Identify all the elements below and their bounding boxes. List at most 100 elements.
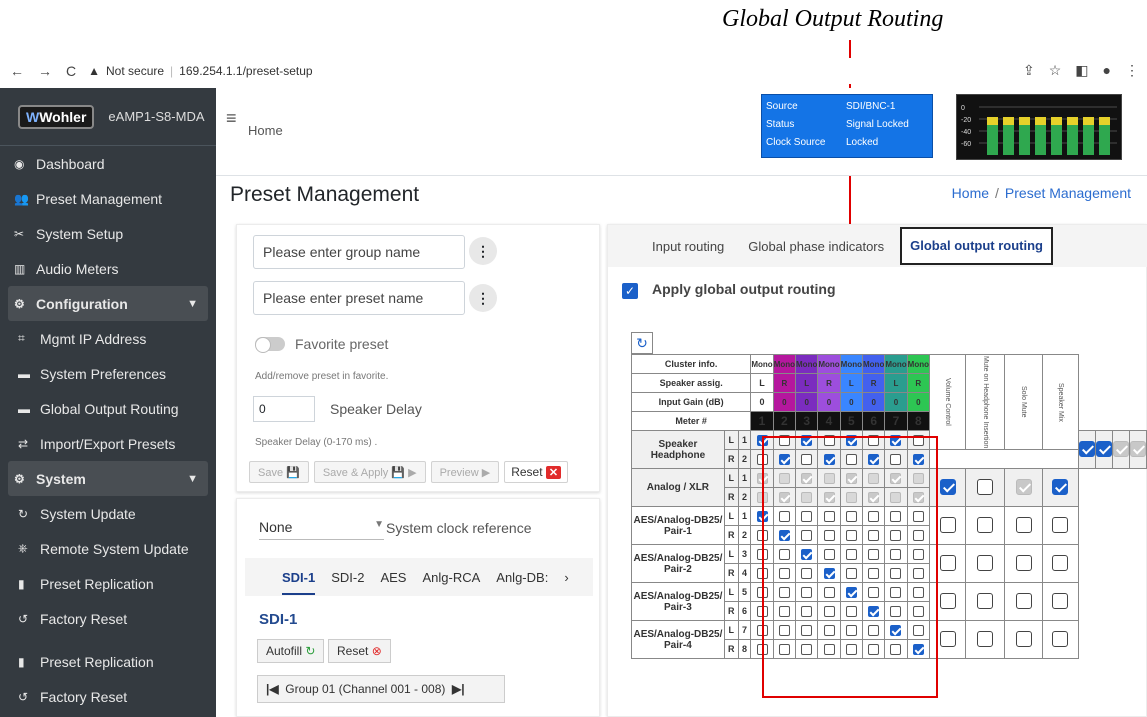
option-checkbox[interactable] <box>977 630 994 647</box>
star-icon[interactable]: ☆ <box>1049 62 1062 79</box>
tab-input-routing[interactable]: Input routing <box>644 239 732 254</box>
favorite-toggle[interactable] <box>255 337 285 353</box>
speaker-delay-input[interactable]: 0 <box>253 396 315 422</box>
input-gain-cell[interactable]: 0 <box>839 392 864 412</box>
option-checkbox[interactable] <box>977 592 994 609</box>
profile-icon[interactable]: ● <box>1103 62 1111 79</box>
meter-bar-peak <box>1067 117 1078 125</box>
back-icon[interactable]: ← <box>10 63 24 79</box>
option-checkbox[interactable] <box>1052 554 1069 571</box>
option-checkbox[interactable] <box>1130 440 1146 457</box>
sidebar-item-configuration[interactable]: ⚙ Configuration ▼ <box>8 286 208 321</box>
sidebar-item-system-setup[interactable]: ✂ System Setup <box>0 216 216 251</box>
sidebar-item-global-output-routing[interactable]: ▬ Global Output Routing <box>0 391 216 426</box>
input-gain-cell[interactable]: 0 <box>906 392 930 412</box>
input-gain-cell[interactable]: 0 <box>884 392 908 412</box>
highlight-box <box>762 436 938 698</box>
reset-routing-button[interactable]: Reset ⊗ <box>328 639 391 663</box>
option-checkbox[interactable] <box>1015 554 1032 571</box>
audio-meter-display[interactable]: 0 -20 -40 -60 <box>956 94 1122 160</box>
option-checkbox[interactable] <box>977 554 994 571</box>
option-checkbox[interactable] <box>1052 478 1069 495</box>
meter-bar-peak <box>1003 117 1014 125</box>
save-apply-button[interactable]: Save & Apply 💾 ▶ <box>313 461 426 483</box>
option-checkbox[interactable] <box>939 516 956 533</box>
home-link[interactable]: Home <box>248 123 283 138</box>
group-options-button[interactable]: ⋮ <box>469 237 497 265</box>
sidepanel-icon[interactable]: ◧ <box>1075 62 1088 79</box>
input-gain-cell[interactable]: 0 <box>817 392 841 412</box>
sidebar-item-system[interactable]: ⚙ System ▼ <box>8 461 208 496</box>
next-page-icon[interactable]: ▶| <box>452 682 465 696</box>
option-cell <box>1041 544 1080 583</box>
sidebar-item-remote-system-update[interactable]: ⎈ Remote System Update <box>0 531 216 566</box>
menu-icon[interactable]: ⋮ <box>1125 62 1139 79</box>
sidebar-item-factory-reset[interactable]: ↺ Factory Reset <box>0 601 216 636</box>
option-checkbox[interactable] <box>939 630 956 647</box>
breadcrumb-home[interactable]: Home <box>952 185 989 201</box>
clock-reference-select[interactable]: None ▼ <box>259 519 384 540</box>
copy-icon: ▮ <box>18 576 25 591</box>
option-checkbox[interactable] <box>1052 592 1069 609</box>
option-checkbox[interactable] <box>977 478 994 495</box>
sidebar-item-import-export-presets[interactable]: ⇄ Import/Export Presets <box>0 426 216 461</box>
reset-button[interactable]: Reset ✕ <box>504 461 569 483</box>
input-gain-cell[interactable]: 0 <box>772 392 797 412</box>
reload-icon[interactable]: C <box>66 63 76 79</box>
option-checkbox[interactable] <box>1015 516 1032 533</box>
apply-routing-checkbox[interactable]: ✓ <box>622 283 638 299</box>
option-checkbox[interactable] <box>1052 516 1069 533</box>
preset-name-input[interactable]: Please enter preset name <box>253 281 465 315</box>
side-header-label: Volume Control <box>944 378 952 426</box>
sidebar-item-preset-replication[interactable]: ▮ Preset Replication <box>0 644 216 679</box>
option-checkbox[interactable] <box>1079 440 1095 457</box>
meter-bar <box>1083 125 1094 155</box>
forward-icon[interactable]: → <box>38 63 52 79</box>
tab-sdi-2[interactable]: SDI-2 <box>331 570 364 585</box>
option-checkbox[interactable] <box>1096 440 1112 457</box>
preset-options-button[interactable]: ⋮ <box>469 284 497 312</box>
side-header: Mute on Headphone Insertion <box>965 354 1006 450</box>
option-checkbox[interactable] <box>1015 592 1032 609</box>
option-checkbox[interactable] <box>1015 478 1032 495</box>
sidebar-item-audio-meters[interactable]: ▥ Audio Meters <box>0 251 216 286</box>
cluster-mono-cell: Mono <box>906 354 930 374</box>
first-page-icon[interactable]: |◀ <box>266 682 279 696</box>
option-checkbox[interactable] <box>939 592 956 609</box>
option-checkbox[interactable] <box>939 554 956 571</box>
sidebar-item-preset-replication[interactable]: ▮ Preset Replication <box>0 566 216 601</box>
channel-side-cell: L <box>723 582 739 602</box>
input-gain-cell[interactable]: 0 <box>750 392 774 412</box>
sidebar-item-mgmt-ip-address[interactable]: ⌗ Mgmt IP Address <box>0 321 216 356</box>
hamburger-icon[interactable]: ≡ <box>226 108 237 129</box>
url-text[interactable]: 169.254.1.1/preset-setup <box>179 64 312 78</box>
option-checkbox[interactable] <box>977 516 994 533</box>
address-bar[interactable]: ▲ Not secure | 169.254.1.1/preset-setup <box>88 64 312 78</box>
sidebar-item-system-update[interactable]: ↻ System Update <box>0 496 216 531</box>
group-name-input[interactable]: Please enter group name <box>253 235 465 269</box>
autofill-button[interactable]: Autofill ↻ <box>257 639 325 663</box>
option-checkbox[interactable] <box>1052 630 1069 647</box>
chevron-right-icon[interactable]: › <box>564 570 568 585</box>
tab-sdi-1[interactable]: SDI-1 <box>282 570 316 595</box>
tab-aes[interactable]: AES <box>380 570 406 585</box>
sidebar-item-factory-reset[interactable]: ↺ Factory Reset <box>0 679 216 714</box>
option-checkbox[interactable] <box>939 478 956 495</box>
meter-bar <box>1003 125 1014 155</box>
tab-anlg-db[interactable]: Anlg-DB: <box>496 570 548 585</box>
share-icon[interactable]: ⇪ <box>1023 62 1035 79</box>
input-gain-cell[interactable]: 0 <box>861 392 886 412</box>
sidebar-item-preset-management[interactable]: 👥 Preset Management <box>0 181 216 216</box>
sidebar-item-dashboard[interactable]: ◉ Dashboard <box>0 146 216 181</box>
preview-button[interactable]: Preview ▶ <box>430 461 500 483</box>
tab-global-output-routing[interactable]: Global output routing <box>900 227 1053 265</box>
sidebar-item-system-preferences[interactable]: ▬ System Preferences <box>0 356 216 391</box>
save-button[interactable]: Save 💾 <box>249 461 309 483</box>
refresh-icon[interactable]: ↻ <box>631 332 653 354</box>
tab-anlg-rca[interactable]: Anlg-RCA <box>422 570 480 585</box>
option-checkbox[interactable] <box>1015 630 1032 647</box>
input-gain-cell[interactable]: 0 <box>795 392 819 412</box>
tab-global-phase-indicators[interactable]: Global phase indicators <box>740 239 892 254</box>
brand[interactable]: WWohler eAMP1-S8-MDA <box>0 88 216 146</box>
option-checkbox[interactable] <box>1113 440 1129 457</box>
